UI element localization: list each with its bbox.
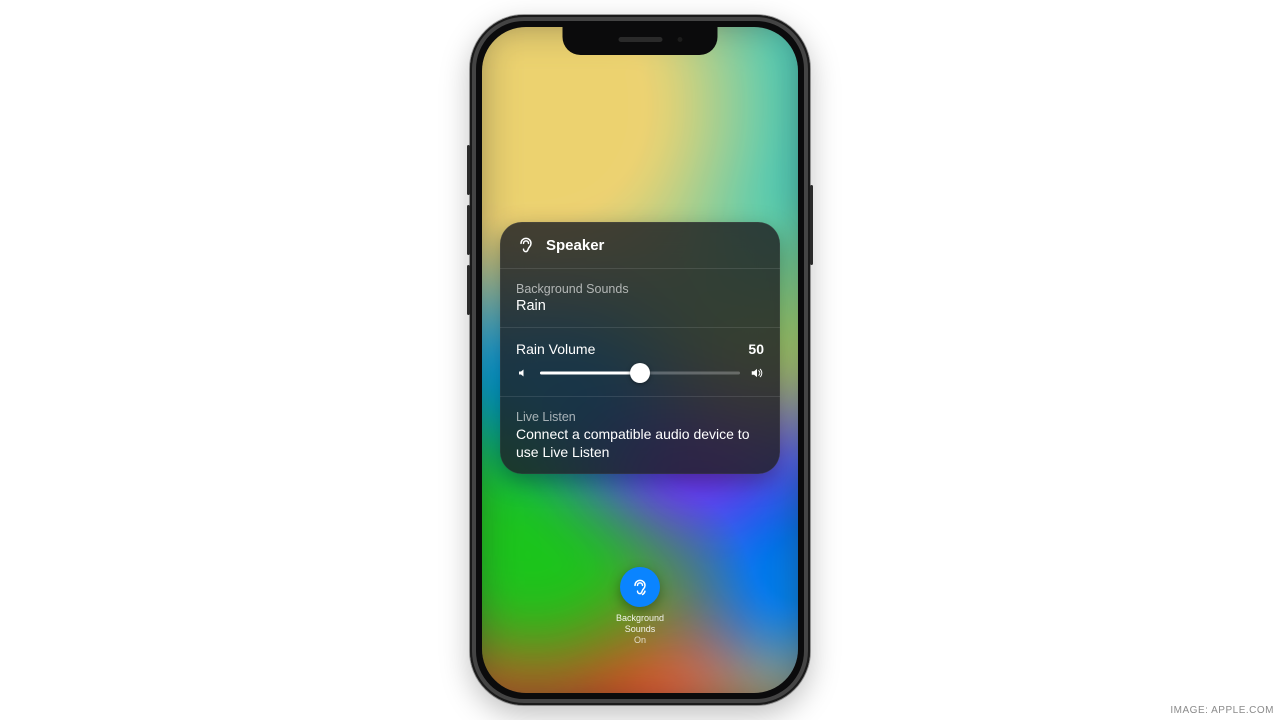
volume-slider[interactable] [540,363,740,383]
panel-header[interactable]: Speaker [500,222,780,268]
ear-icon [630,577,650,597]
cc-tile-background-sounds[interactable]: Background Sounds On [601,567,679,645]
background-sounds-row[interactable]: Background Sounds Rain [500,269,780,327]
slider-thumb[interactable] [630,363,650,383]
stage: Speaker Background Sounds Rain Rain Volu… [0,0,1280,720]
volume-high-icon [750,366,764,380]
background-sounds-button[interactable] [620,567,660,607]
volume-low-icon [516,366,530,380]
live-listen-message: Connect a compatible audio device to use… [516,426,764,461]
cc-tile-status: On [601,635,679,645]
volume-value: 50 [748,341,764,357]
cc-tile-label-line1: Background [616,613,664,623]
volume-row: Rain Volume 50 [516,341,764,357]
slider-fill [540,372,640,375]
panel-title: Speaker [546,237,604,254]
volume-label: Rain Volume [516,341,595,357]
live-listen-label: Live Listen [516,410,764,424]
hearing-panel: Speaker Background Sounds Rain Rain Volu… [500,222,780,474]
phone-notch [563,27,718,55]
image-credit: IMAGE: APPLE.COM [1170,705,1274,716]
phone-screen: Speaker Background Sounds Rain Rain Volu… [482,27,798,693]
cc-tile-label: Background Sounds [601,613,679,634]
live-listen-row[interactable]: Live Listen Connect a compatible audio d… [500,397,780,474]
volume-slider-row [516,363,764,383]
cc-tile-label-line2: Sounds [625,624,656,634]
background-sounds-label: Background Sounds [516,282,764,296]
phone-frame: Speaker Background Sounds Rain Rain Volu… [470,15,810,705]
background-sounds-value: Rain [516,298,764,314]
ear-icon [516,235,536,255]
volume-section: Rain Volume 50 [500,328,780,396]
